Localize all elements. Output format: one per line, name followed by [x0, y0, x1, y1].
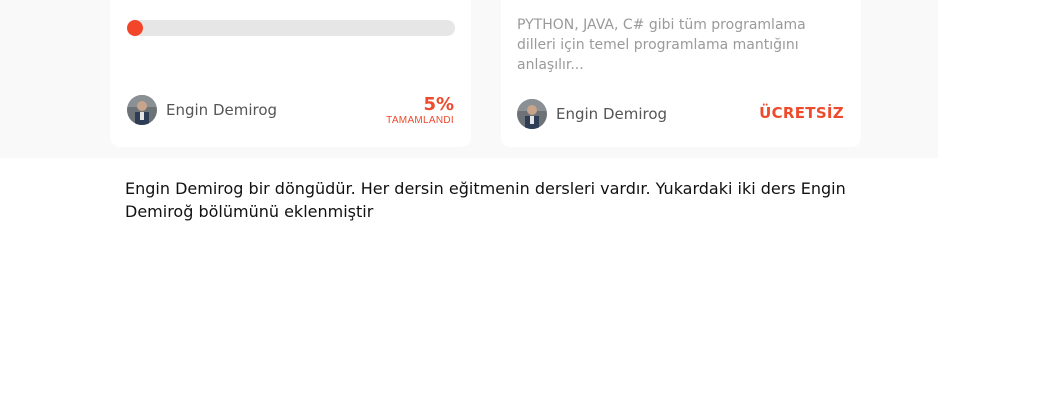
completion-percent: 5%	[423, 94, 454, 115]
avatar	[517, 99, 547, 129]
progress-fill	[127, 20, 144, 36]
author[interactable]: Engin Demirog	[517, 99, 667, 129]
author[interactable]: Engin Demirog	[127, 95, 277, 125]
author-name[interactable]: Engin Demirog	[166, 101, 277, 119]
completion-status: TAMAMLANDI	[386, 115, 454, 126]
course-description: PYTHON, JAVA, C# gibi tüm programlama di…	[517, 17, 806, 73]
author-name[interactable]: Engin Demirog	[556, 105, 667, 123]
course-card-enrolled[interactable]: Engin Demirog 5% TAMAMLANDI	[110, 0, 471, 147]
price-badge: ÜCRETSİZ	[759, 104, 844, 122]
course-card-free[interactable]: ━━━━━━━━ ━━━━━ PYTHON, JAVA, C# gibi tüm…	[501, 0, 861, 147]
progress-bar	[127, 20, 455, 36]
avatar	[127, 95, 157, 125]
annotation-text: Engin Demirog bir döngüdür. Her dersin e…	[125, 179, 846, 221]
